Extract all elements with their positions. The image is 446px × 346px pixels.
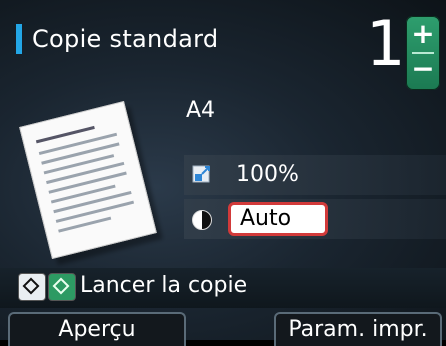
preview-softkey[interactable]: Aperçu xyxy=(8,312,186,346)
magnification-row[interactable]: 100% xyxy=(184,155,446,195)
print-settings-softkey[interactable]: Param. impr. xyxy=(274,312,442,346)
density-row[interactable]: Auto xyxy=(184,199,446,239)
density-value: Auto xyxy=(240,206,292,231)
start-color-icon xyxy=(48,273,76,301)
screen-title: Copie standard xyxy=(32,25,219,53)
magnification-icon xyxy=(192,165,210,183)
minus-icon[interactable]: − xyxy=(406,52,440,86)
density-icon xyxy=(192,210,212,230)
document-icon xyxy=(19,100,157,260)
copy-count-stepper[interactable]: + − xyxy=(406,16,440,90)
start-mono-icon xyxy=(18,273,46,301)
density-selected-box[interactable]: Auto xyxy=(228,202,328,236)
start-copy-bar: Lancer la copie xyxy=(0,268,446,308)
magnification-value: 100% xyxy=(236,162,299,187)
title-accent-bar xyxy=(16,24,22,54)
copy-screen: Copie standard 1 + − A4 100% Auto Lancer… xyxy=(0,0,446,346)
start-copy-label: Lancer la copie xyxy=(80,273,248,298)
paper-size[interactable]: A4 xyxy=(186,96,215,126)
plus-icon[interactable]: + xyxy=(406,16,440,52)
copy-count[interactable]: 1 xyxy=(366,4,405,84)
